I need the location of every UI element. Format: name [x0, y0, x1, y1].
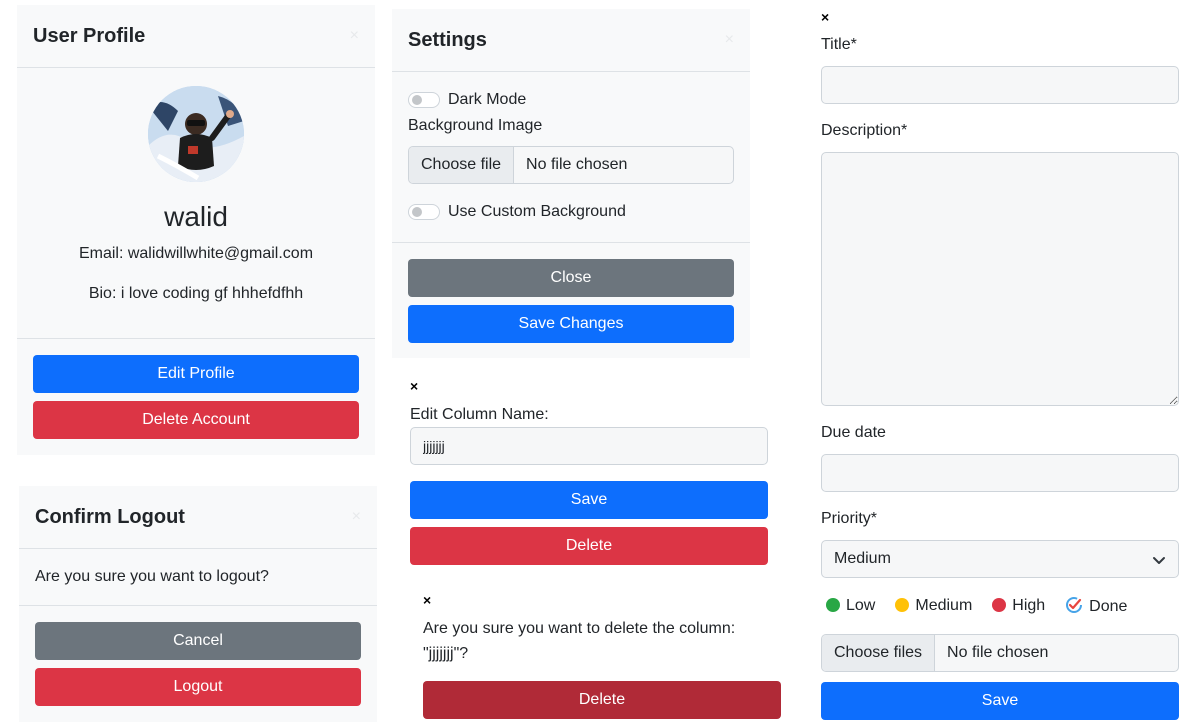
chevron-down-icon — [1152, 553, 1166, 572]
choose-files-button[interactable]: Choose files — [822, 635, 936, 671]
yellow-dot-icon — [895, 598, 910, 612]
toggle-knob — [412, 207, 422, 217]
legend-high: High — [992, 597, 1045, 615]
custom-background-toggle[interactable] — [408, 204, 440, 220]
close-icon[interactable]: × — [423, 592, 431, 608]
logout-header: Confirm Logout × — [19, 486, 377, 549]
save-task-button[interactable]: Save — [821, 682, 1179, 720]
background-file-input[interactable]: Choose file No file chosen — [408, 146, 734, 184]
red-dot-icon — [992, 598, 1007, 612]
green-dot-icon — [826, 598, 840, 612]
close-button[interactable]: Close — [408, 259, 734, 297]
avatar — [148, 86, 244, 182]
logout-message: Are you sure you want to logout? — [35, 568, 269, 585]
save-changes-button[interactable]: Save Changes — [408, 305, 734, 343]
settings-footer-divider — [392, 242, 750, 243]
delete-account-button[interactable]: Delete Account — [33, 401, 359, 439]
logout-button[interactable]: Logout — [35, 668, 361, 706]
profile-bio: Bio: i love coding gf hhhefdfhh — [88, 285, 304, 302]
profile-footer-divider — [17, 338, 375, 339]
legend-label: Done — [1089, 598, 1128, 615]
edit-column-label: Edit Column Name: — [410, 406, 549, 423]
user-profile-header: User Profile × — [17, 5, 375, 68]
legend-done: Done — [1065, 596, 1127, 616]
attachments-file-input[interactable]: Choose files No file chosen — [821, 634, 1179, 672]
settings-header: Settings × — [392, 9, 750, 72]
no-file-text: No file chosen — [526, 156, 628, 173]
description-textarea[interactable] — [821, 152, 1179, 406]
no-file-text: No file chosen — [947, 644, 1049, 661]
cancel-button[interactable]: Cancel — [35, 622, 361, 660]
title-input[interactable] — [821, 66, 1179, 104]
close-icon[interactable]: × — [410, 378, 418, 394]
priority-legend: Low Medium High Done — [826, 596, 1127, 616]
delete-column-button[interactable]: Delete — [410, 527, 768, 565]
due-date-input[interactable] — [821, 454, 1179, 492]
settings-modal: Settings × Dark Mode Background Image Ch… — [392, 9, 750, 358]
choose-file-button[interactable]: Choose file — [409, 147, 515, 183]
delete-column-message: Are you sure you want to delete the colu… — [423, 620, 736, 637]
profile-email: Email: walidwillwhite@gmail.com — [78, 245, 314, 262]
due-date-label: Due date — [821, 424, 886, 441]
legend-label: Medium — [915, 597, 973, 614]
close-icon[interactable]: × — [350, 27, 359, 45]
dark-mode-toggle[interactable] — [408, 92, 440, 108]
profile-name: walid — [164, 201, 228, 232]
close-icon[interactable]: × — [352, 508, 361, 526]
confirm-delete-column-button[interactable]: Delete — [423, 681, 781, 719]
close-icon[interactable]: × — [821, 9, 829, 25]
custom-background-label: Use Custom Background — [448, 203, 626, 220]
description-label: Description* — [821, 122, 908, 139]
priority-select[interactable]: Medium — [821, 540, 1179, 578]
user-profile-modal: User Profile × walid Email: walidwillwhi… — [17, 5, 375, 455]
edit-profile-button[interactable]: Edit Profile — [33, 355, 359, 393]
title-label: Title* — [821, 36, 857, 53]
logout-footer-divider — [19, 605, 377, 606]
save-column-button[interactable]: Save — [410, 481, 768, 519]
done-check-icon — [1065, 596, 1083, 614]
confirm-logout-modal: Confirm Logout × Are you sure you want t… — [19, 486, 377, 722]
priority-selected-value: Medium — [834, 550, 891, 567]
legend-label: High — [1012, 597, 1046, 614]
legend-medium: Medium — [895, 597, 972, 615]
modal-title: Confirm Logout — [35, 505, 185, 528]
legend-low: Low — [826, 597, 875, 615]
column-name-input[interactable] — [410, 427, 768, 465]
modal-title: Settings — [408, 28, 487, 51]
delete-column-name: "jjjjjjj"? — [423, 645, 469, 662]
close-icon[interactable]: × — [725, 31, 734, 49]
modal-title: User Profile — [33, 24, 146, 47]
priority-label: Priority* — [821, 510, 878, 527]
background-image-label: Background Image — [408, 117, 543, 134]
toggle-knob — [412, 95, 422, 105]
dark-mode-label: Dark Mode — [448, 91, 527, 108]
legend-label: Low — [846, 597, 876, 614]
